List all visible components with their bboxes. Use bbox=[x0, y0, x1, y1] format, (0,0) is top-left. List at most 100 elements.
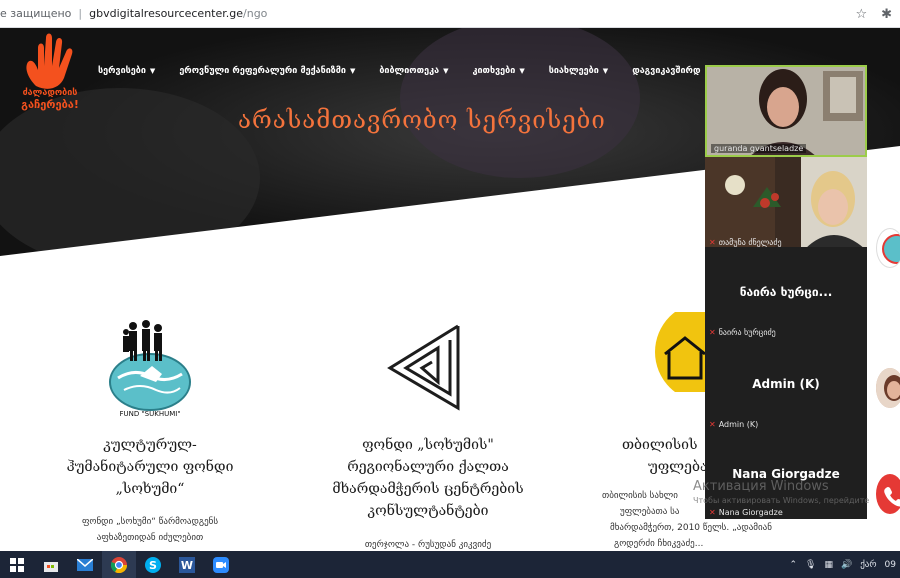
security-status[interactable]: е защищено bbox=[0, 7, 71, 20]
participant-name: ნაირა ხურციძე bbox=[718, 328, 776, 337]
screen: е защищено | gbvdigitalresourcecenter.ge… bbox=[0, 0, 900, 578]
side-call-button[interactable] bbox=[876, 474, 900, 514]
fund-sukhumi-logo-caption: FUND "SUKHUMI" bbox=[119, 410, 180, 418]
caret-down-icon: ▼ bbox=[602, 67, 609, 75]
tray-clock[interactable]: 09 bbox=[885, 560, 896, 570]
participant-name-label: ✕ Nana Giorgadze bbox=[709, 508, 783, 517]
tray-speaker-icon[interactable]: 🔊 bbox=[841, 560, 852, 570]
nav-label: ბიბლიოთეკა bbox=[379, 66, 440, 76]
nav-item-contact[interactable]: დაგვიკავშირდ bbox=[632, 66, 700, 76]
muted-mic-icon: ✕ bbox=[709, 508, 716, 517]
card-3-title[interactable]: თბილისის უფლებათ bbox=[600, 434, 720, 478]
side-avatar-person[interactable] bbox=[876, 368, 900, 408]
taskbar-word[interactable]: W bbox=[170, 551, 204, 578]
caret-down-icon: ▼ bbox=[443, 67, 449, 75]
nav-item-services[interactable]: სერვისები ▼ bbox=[98, 66, 155, 76]
card-title-line: ფონდი „სოხუმის" bbox=[362, 437, 494, 453]
side-avatar-person-icon bbox=[876, 368, 900, 408]
nav-label: ეროვნული რეფერალური მექანიზმი bbox=[179, 66, 346, 76]
url-host[interactable]: gbvdigitalresourcecenter.ge bbox=[89, 7, 243, 20]
caret-down-icon: ▼ bbox=[519, 67, 525, 75]
participant-2-video bbox=[705, 157, 867, 249]
card-title-line: კულტურულ- bbox=[103, 437, 197, 453]
card-3-description: თბილისის სახლი უფლებათა სა მხარდამჭერთ, … bbox=[598, 488, 772, 552]
card-text-line: გოდერძი ჩხიკვაძე... bbox=[614, 539, 704, 549]
card-title-line: უფლებათ bbox=[648, 459, 720, 475]
participant-tile-3[interactable]: ნაირა ხურცი... ✕ ნაირა ხურციძე bbox=[705, 247, 867, 339]
main-navigation: სერვისები ▼ ეროვნული რეფერალური მექანიზმი… bbox=[98, 66, 724, 76]
card-title-line: თბილისის bbox=[622, 437, 698, 453]
card-text-line: მხარდამჭერთ, 2010 წელს. „ადამიან bbox=[610, 523, 772, 533]
video-call-panel[interactable]: guranda gvantseladze ✕ თამუნა ძნელაძე ნა… bbox=[705, 65, 867, 519]
participant-name: Nana Giorgadze bbox=[718, 508, 783, 517]
taskbar-chrome[interactable] bbox=[102, 551, 136, 578]
participant-tile-4[interactable]: Admin (K) ✕ Admin (K) bbox=[705, 339, 867, 431]
participant-display-name: ნაირა ხურცი... bbox=[739, 285, 833, 299]
windows-activation-title: Активация Windows bbox=[693, 479, 829, 494]
card-text-line: ფონდი „სოხუმი“ წარმოადგენს bbox=[81, 517, 219, 527]
nav-label: დაგვიკავშირდ bbox=[632, 66, 701, 76]
bookmark-star-icon[interactable]: ☆ bbox=[855, 7, 867, 22]
fund-sukhumi-logo[interactable]: FUND "SUKHUMI" bbox=[100, 316, 200, 420]
phone-icon bbox=[884, 487, 900, 507]
card-title-line: მხარდამჭერის ცენტრების bbox=[332, 481, 524, 497]
taskbar-mail[interactable] bbox=[68, 551, 102, 578]
taskbar-store[interactable] bbox=[34, 551, 68, 578]
chrome-icon bbox=[111, 556, 127, 573]
card-title-line: „სოხუმი“ bbox=[115, 481, 185, 497]
system-tray: ⌃ 🎙 ▦ 🔊 ქარ 09 bbox=[789, 551, 896, 578]
side-avatar-fund-logo[interactable] bbox=[876, 228, 900, 268]
card-text-line: უფლებათა სა bbox=[620, 507, 680, 517]
nav-item-news[interactable]: სიახლეები ▼ bbox=[549, 66, 608, 76]
browser-address-bar[interactable]: е защищено | gbvdigitalresourcecenter.ge… bbox=[0, 0, 900, 28]
muted-mic-icon: ✕ bbox=[709, 420, 716, 429]
card-1-description: ფონდი „სოხუმი“ წარმოადგენს აფხაზეთიდან ი… bbox=[40, 514, 260, 546]
muted-mic-icon: ✕ bbox=[709, 328, 716, 337]
side-avatar-logo-icon bbox=[882, 234, 900, 264]
nav-item-library[interactable]: ბიბლიოთეკა ▼ bbox=[379, 66, 448, 76]
participant-name-label: ✕ თამუნა ძნელაძე bbox=[709, 238, 782, 247]
svg-text:S: S bbox=[149, 559, 157, 572]
address-separator: | bbox=[78, 7, 83, 20]
card-title-line: კონსულტანტები bbox=[367, 503, 489, 519]
mail-icon bbox=[77, 558, 93, 571]
url-path[interactable]: /ngo bbox=[243, 7, 267, 20]
tray-microphone-icon[interactable]: 🎙 bbox=[805, 560, 816, 570]
extensions-icon[interactable]: ✱ bbox=[881, 7, 892, 22]
word-icon: W bbox=[179, 556, 195, 573]
store-bag-icon bbox=[44, 561, 58, 572]
consultants-geometric-logo[interactable] bbox=[386, 322, 464, 412]
card-title-line: ჰუმანიტარული ფონდი bbox=[66, 459, 234, 475]
address-bar-actions: ☆ ✱ bbox=[855, 0, 900, 28]
taskbar-skype[interactable]: S bbox=[136, 551, 170, 578]
participant-tile-1[interactable]: guranda gvantseladze bbox=[705, 65, 867, 157]
nav-item-questions[interactable]: კითხვები ▼ bbox=[472, 66, 524, 76]
card-1-title[interactable]: კულტურულ- ჰუმანიტარული ფონდი „სოხუმი“ bbox=[40, 434, 260, 500]
windows-taskbar: S W ⌃ 🎙 ▦ 🔊 ქარ 09 bbox=[0, 551, 900, 578]
start-button[interactable] bbox=[0, 551, 34, 578]
card-text-line: თბილისის სახლი bbox=[602, 491, 678, 501]
nav-label: კითხვები bbox=[472, 66, 516, 76]
tray-chevron-up-icon[interactable]: ⌃ bbox=[789, 560, 797, 570]
participant-name: თამუნა ძნელაძე bbox=[718, 238, 782, 247]
participant-tile-2[interactable]: ✕ თამუნა ძნელაძე bbox=[705, 157, 867, 249]
windows-activation-subtitle: Чтобы активировать Windows, перейдите bbox=[693, 496, 870, 505]
participant-display-name: Admin (K) bbox=[752, 377, 820, 391]
participant-name-label: ✕ Admin (K) bbox=[709, 420, 758, 429]
card-text-line: აფხაზეთიდან იძულებით bbox=[96, 533, 204, 543]
participant-name-label: ✕ ნაირა ხურციძე bbox=[709, 328, 776, 337]
nav-item-referral[interactable]: ეროვნული რეფერალური მექანიზმი ▼ bbox=[179, 66, 355, 76]
site-logo-text[interactable]: ძალადობის გაჩერება! bbox=[20, 88, 80, 110]
taskbar-zoom[interactable] bbox=[204, 551, 238, 578]
card-2-title[interactable]: ფონდი „სოხუმის" რეგიონალური ქალთა მხარდა… bbox=[318, 434, 538, 522]
tray-language[interactable]: ქარ bbox=[860, 560, 876, 570]
participant-tile-5[interactable]: Nana Giorgadze ✕ Nana Giorgadze bbox=[705, 429, 867, 519]
zoom-icon bbox=[213, 556, 229, 573]
card-title-line: რეგიონალური ქალთა bbox=[347, 459, 509, 475]
skype-icon: S bbox=[145, 556, 161, 573]
page-title: არასამთავრობო სერვისები bbox=[238, 106, 606, 134]
tray-network-icon[interactable]: ▦ bbox=[824, 560, 833, 570]
muted-mic-icon: ✕ bbox=[709, 238, 716, 247]
participant-name: Admin (K) bbox=[718, 420, 759, 429]
nav-label: სიახლეები bbox=[548, 66, 599, 76]
